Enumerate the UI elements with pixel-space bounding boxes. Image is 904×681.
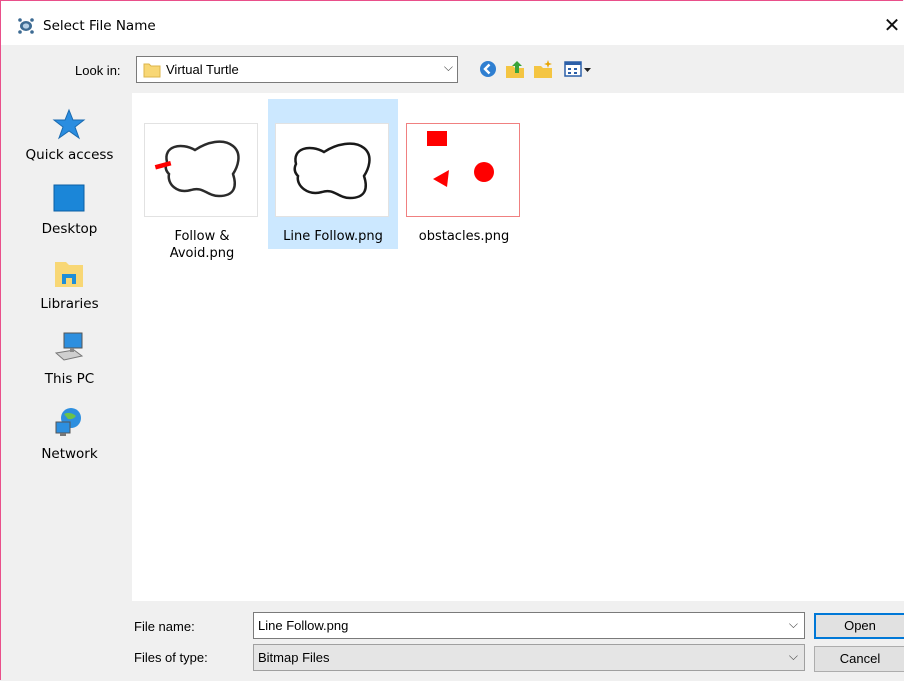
folder-icon: [143, 62, 161, 82]
place-label: Desktop: [41, 221, 98, 237]
place-desktop[interactable]: Desktop: [9, 181, 130, 251]
place-label: Libraries: [40, 296, 99, 312]
file-name: obstacles.png: [418, 229, 510, 244]
file-type-value: Bitmap Files: [258, 650, 330, 665]
place-label: Network: [41, 446, 98, 462]
window-title: Select File Name: [43, 18, 156, 34]
libraries-icon: [52, 256, 86, 290]
title-bar[interactable]: Select File Name ✕: [1, 1, 904, 45]
place-quick-access[interactable]: Quick access: [9, 107, 130, 177]
place-label: This PC: [44, 371, 95, 387]
back-icon[interactable]: [477, 58, 499, 80]
cancel-button[interactable]: Cancel: [814, 646, 904, 672]
chevron-down-icon[interactable]: ⌵: [789, 649, 798, 664]
look-in-label: Look in:: [75, 63, 121, 78]
file-name-line-1: Follow &: [174, 229, 230, 244]
thumbnail-follow-avoid: [145, 124, 257, 216]
thumbnail-obstacles: [407, 124, 519, 216]
file-name: Follow & Avoid.png: [137, 228, 267, 262]
quick-access-icon: [52, 107, 86, 141]
app-icon: [17, 17, 34, 34]
file-type-select[interactable]: Bitmap Files ⌵: [253, 644, 805, 671]
place-network[interactable]: Network: [9, 406, 130, 476]
file-item-selected[interactable]: Line Follow.png: [268, 99, 398, 249]
this-pc-icon: [52, 331, 86, 365]
thumbnail-line-follow: [276, 124, 388, 216]
file-item[interactable]: obstacles.png: [399, 99, 529, 249]
chevron-down-icon[interactable]: ⌵: [444, 60, 453, 75]
close-icon[interactable]: ✕: [880, 11, 904, 39]
look-in-dropdown[interactable]: Virtual Turtle ⌵: [136, 56, 458, 83]
network-icon: [52, 406, 86, 440]
up-folder-icon[interactable]: [504, 58, 526, 80]
file-name-input[interactable]: Line Follow.png ⌵: [253, 612, 805, 639]
file-name-label: File name:: [134, 619, 195, 634]
chevron-down-icon[interactable]: ⌵: [789, 617, 798, 632]
file-type-label: Files of type:: [134, 650, 208, 665]
file-name: Line Follow.png: [283, 229, 383, 244]
place-this-pc[interactable]: This PC: [9, 331, 130, 401]
places-bar: Quick access Desktop Libraries This PC N…: [9, 93, 130, 681]
file-item[interactable]: Follow & Avoid.png: [137, 99, 267, 261]
look-in-value: Virtual Turtle: [166, 62, 239, 77]
desktop-icon: [52, 181, 86, 215]
place-label: Quick access: [25, 147, 114, 163]
open-button[interactable]: Open: [814, 613, 904, 639]
file-name-line-2: Avoid.png: [169, 246, 235, 261]
place-libraries[interactable]: Libraries: [9, 256, 130, 326]
view-menu-icon[interactable]: [563, 58, 593, 80]
file-list-view[interactable]: Follow & Avoid.png Line Follow.png obsta…: [132, 93, 904, 601]
file-name-value: Line Follow.png: [258, 618, 349, 633]
file-dialog: Select File Name ✕ Look in: Virtual Turt…: [0, 0, 904, 681]
new-folder-icon[interactable]: [532, 58, 554, 80]
